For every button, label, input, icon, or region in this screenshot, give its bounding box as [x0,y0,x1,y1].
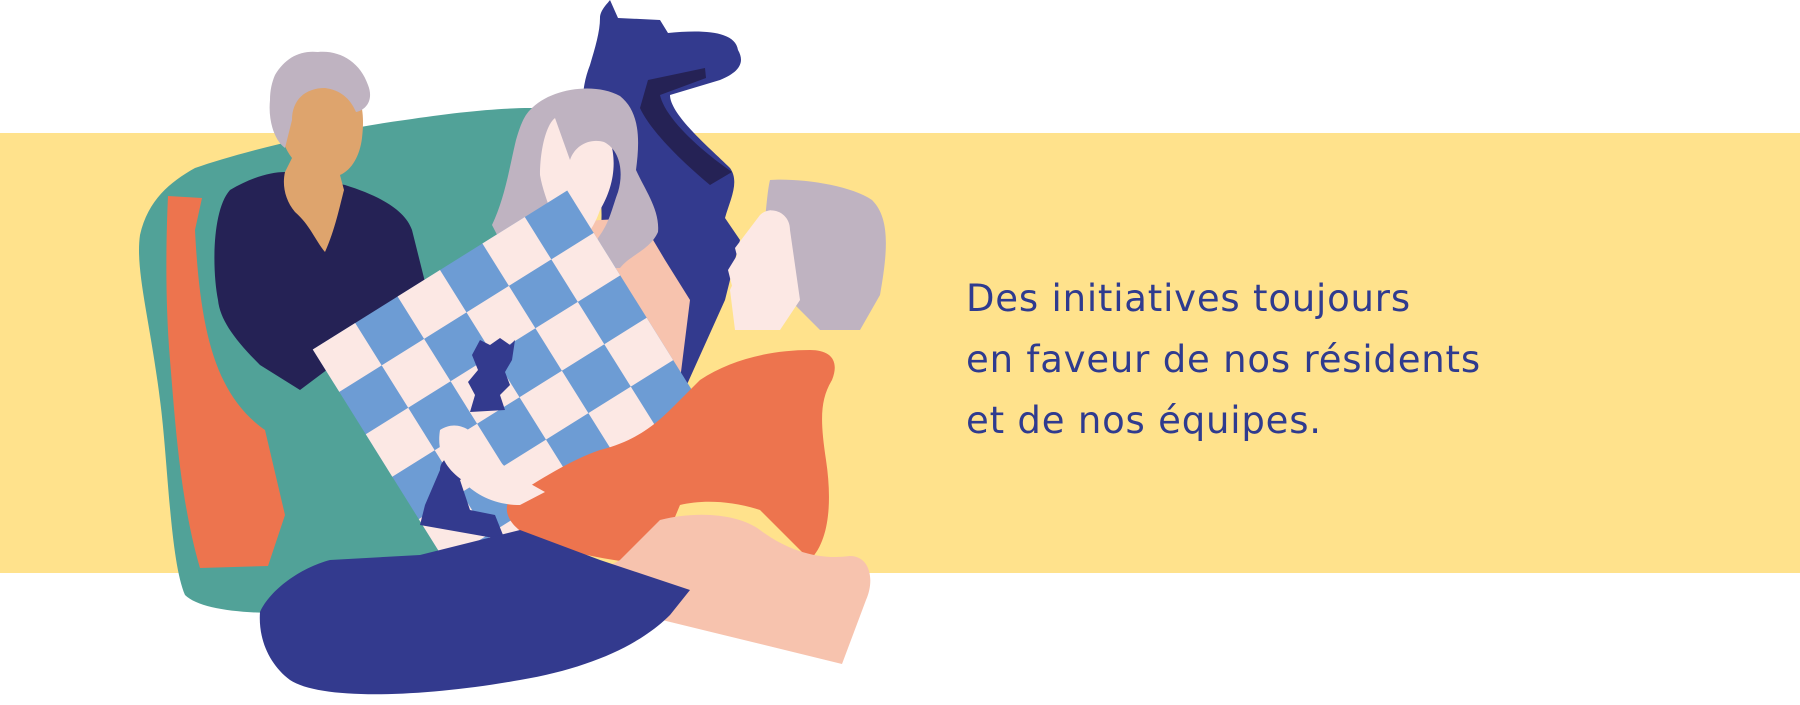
tagline-line-1: Des initiatives toujours [966,277,1411,320]
tagline-line-3: et de nos équipes. [966,399,1322,442]
tagline-text: Des initiatives toujours en faveur de no… [966,268,1586,451]
tagline-line-2: en faveur de nos résidents [966,338,1481,381]
